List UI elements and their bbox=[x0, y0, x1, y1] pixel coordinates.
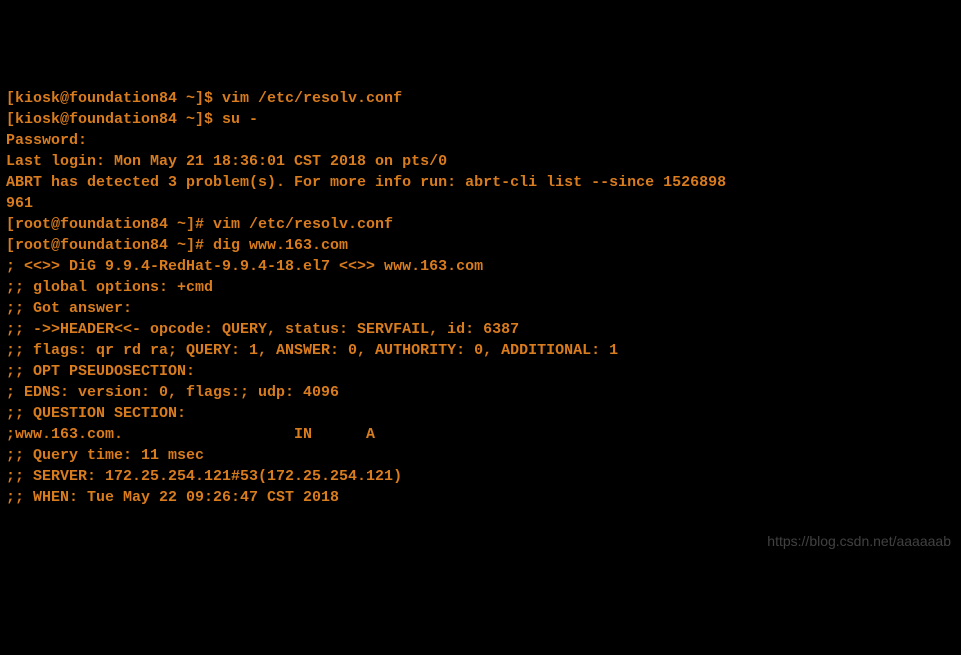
terminal-line: ;; QUESTION SECTION: bbox=[6, 403, 955, 424]
terminal-line: Last login: Mon May 21 18:36:01 CST 2018… bbox=[6, 151, 955, 172]
terminal-line: [root@foundation84 ~]# vim /etc/resolv.c… bbox=[6, 214, 955, 235]
terminal-output: [kiosk@foundation84 ~]$ vim /etc/resolv.… bbox=[6, 88, 955, 508]
terminal-line: ;; Query time: 11 msec bbox=[6, 445, 955, 466]
terminal-line: ;; WHEN: Tue May 22 09:26:47 CST 2018 bbox=[6, 487, 955, 508]
terminal-line: [kiosk@foundation84 ~]$ vim /etc/resolv.… bbox=[6, 88, 955, 109]
terminal-line: ;; global options: +cmd bbox=[6, 277, 955, 298]
terminal-line: [root@foundation84 ~]# dig www.163.com bbox=[6, 235, 955, 256]
terminal-line: ;; Got answer: bbox=[6, 298, 955, 319]
terminal-line: ; EDNS: version: 0, flags:; udp: 4096 bbox=[6, 382, 955, 403]
terminal-line: Password: bbox=[6, 130, 955, 151]
terminal-line: ; <<>> DiG 9.9.4-RedHat-9.9.4-18.el7 <<>… bbox=[6, 256, 955, 277]
terminal-line: ;; flags: qr rd ra; QUERY: 1, ANSWER: 0,… bbox=[6, 340, 955, 361]
terminal-line: ;; ->>HEADER<<- opcode: QUERY, status: S… bbox=[6, 319, 955, 340]
terminal-line: ;www.163.com. IN A bbox=[6, 424, 955, 445]
terminal-line: 961 bbox=[6, 193, 955, 214]
terminal-line: [kiosk@foundation84 ~]$ su - bbox=[6, 109, 955, 130]
terminal-line: ABRT has detected 3 problem(s). For more… bbox=[6, 172, 955, 193]
terminal-line: ;; SERVER: 172.25.254.121#53(172.25.254.… bbox=[6, 466, 955, 487]
watermark-text: https://blog.csdn.net/aaaaaab bbox=[767, 532, 951, 552]
terminal-line: ;; OPT PSEUDOSECTION: bbox=[6, 361, 955, 382]
